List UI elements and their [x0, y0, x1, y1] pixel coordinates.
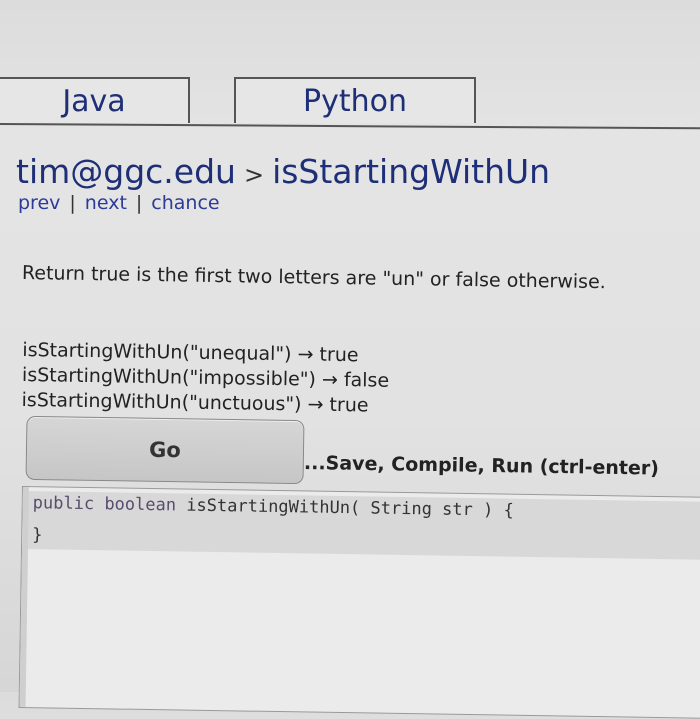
go-button[interactable]: Go	[25, 415, 305, 485]
nav-divider: |	[69, 192, 76, 214]
next-link[interactable]: next	[85, 192, 127, 214]
breadcrumb-separator: >	[243, 161, 265, 189]
editor-gutter	[19, 487, 29, 708]
example-item: isStartingWithUn("unctuous") → true	[21, 388, 369, 417]
nav-divider: |	[135, 192, 143, 214]
tab-strip-line	[0, 123, 700, 130]
chance-link[interactable]: chance	[151, 192, 219, 214]
problem-name: isStartingWithUn	[272, 152, 551, 191]
tab-python[interactable]: Python	[234, 77, 476, 123]
prev-link[interactable]: prev	[18, 192, 60, 214]
user-link[interactable]: tim@ggc.edu	[16, 152, 236, 191]
examples-list: isStartingWithUn("unequal") → true isSta…	[21, 338, 389, 419]
page-title: tim@ggc.edu > isStartingWithUn	[16, 152, 550, 191]
keyword-boolean: boolean	[104, 494, 177, 516]
problem-nav: prev | next | chance	[18, 192, 220, 214]
tab-java[interactable]: Java	[0, 77, 190, 123]
go-hint: ...Save, Compile, Run (ctrl-enter)	[303, 452, 660, 480]
problem-description: Return true is the first two letters are…	[21, 262, 606, 294]
keyword-public: public	[32, 493, 95, 515]
code-editor[interactable]: public boolean isStartingWithUn( String …	[18, 486, 700, 719]
code-line-2[interactable]: }	[32, 525, 43, 545]
